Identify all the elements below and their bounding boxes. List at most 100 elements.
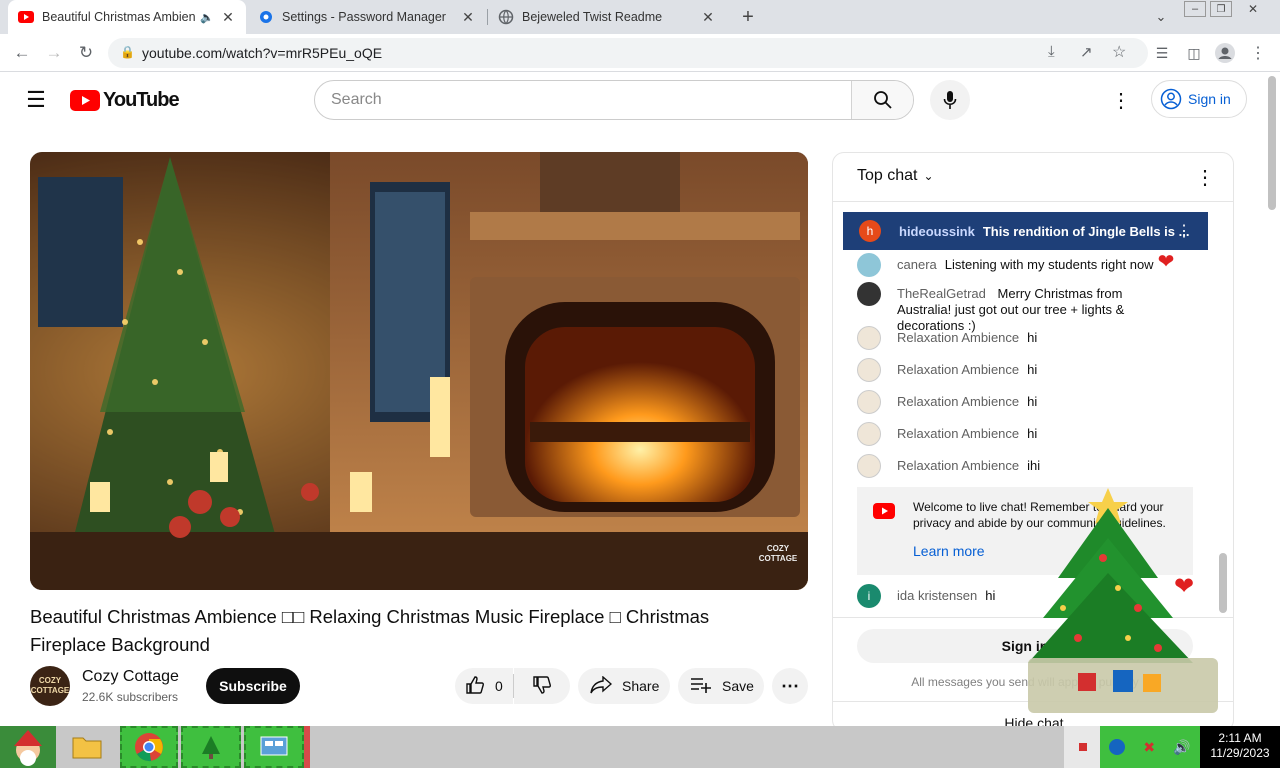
channel-watermark[interactable]: COZY COTTAGE [758,544,798,580]
channel-avatar[interactable]: COZY COTTAGE [30,666,70,706]
clock-date: 11/29/2023 [1210,746,1270,760]
tray-status-icon[interactable] [1109,739,1126,755]
close-tab-icon[interactable]: ✕ [220,9,236,26]
bookmark-star-icon[interactable]: ☆ [1112,42,1126,62]
chat-author[interactable]: canera [897,257,937,273]
chevron-down-icon: ⌄ [923,169,934,183]
profile-icon[interactable] [1213,42,1237,64]
tab-settings[interactable]: Settings - Password Manager ✕ [248,0,486,34]
minimize-button[interactable]: – [1184,1,1206,17]
settings-menu-icon[interactable]: ⋮ [1108,86,1134,114]
avatar [857,358,881,382]
clock-time: 2:11 AM [1218,731,1262,745]
taskbar-clock[interactable]: 2:11 AM 11/29/2023 [1200,726,1280,768]
search-box [314,80,914,120]
page-scrollbar[interactable] [1268,76,1276,210]
subscribe-button[interactable]: Subscribe [206,668,300,704]
tab-youtube[interactable]: Beautiful Christmas Ambience 🔈 ✕ [8,0,246,34]
share-icon [590,674,613,697]
save-button[interactable]: Save [678,668,764,704]
account-icon [1160,88,1182,110]
back-button[interactable]: ← [10,42,34,64]
close-tab-icon[interactable]: ✕ [460,9,476,26]
chat-author[interactable]: Relaxation Ambience [897,330,1019,346]
network-icon [260,736,288,756]
tab-readme[interactable]: Bejeweled Twist Readme ✕ [488,0,726,34]
browser-tab-strip: Beautiful Christmas Ambience 🔈 ✕ Setting… [0,0,1280,34]
chat-message: Relaxation Ambience hi [857,358,1177,382]
close-tab-icon[interactable]: ✕ [700,9,716,26]
search-icon [873,91,892,109]
hamburger-menu-icon[interactable]: ☰ [22,86,50,114]
chat-menu-icon[interactable]: ⋮ [1195,165,1215,189]
voice-search-button[interactable] [930,80,970,120]
chat-message: Relaxation Ambience hi [857,422,1177,446]
youtube-icon [873,503,895,523]
restore-button[interactable]: ❐ [1210,1,1232,17]
dislike-button[interactable] [514,668,570,704]
heart-icon[interactable]: ❤ [1174,572,1194,601]
share-button[interactable]: Share [578,668,670,704]
avatar: i [857,584,881,608]
chrome-taskbar-button[interactable] [120,726,178,768]
chat-mode-selector[interactable]: Top chat ⌄ [857,167,934,185]
reload-button[interactable]: ↻ [74,42,98,64]
media-control-icon[interactable]: ☰ [1150,42,1174,64]
chat-text: ihi [1027,458,1041,473]
chat-author[interactable]: TheRealGetrad [897,286,986,301]
sign-in-button[interactable]: Sign in [1151,80,1247,118]
chat-author[interactable]: Relaxation Ambience [897,426,1019,442]
chat-text: Listening with my students right now [944,257,1154,272]
close-window-button[interactable]: ✕ [1240,1,1266,17]
more-options-icon[interactable]: ⋮ [1176,221,1192,241]
thumbs-up-icon [465,675,485,698]
folder-icon [72,737,102,759]
video-player[interactable]: COZY COTTAGE [30,152,808,590]
sign-in-label: Sign in [1188,91,1231,107]
chat-author[interactable]: ida kristensen [897,588,977,604]
audio-icon[interactable]: 🔈 [200,11,214,24]
install-icon[interactable]: ⤓ [1048,43,1055,60]
speaker-icon[interactable]: 🔊 [1173,739,1190,756]
pinned-text: This rendition of Jingle Bells is ... [982,223,1190,239]
avatar: h [859,220,881,242]
youtube-logo[interactable]: YouTube [70,88,180,112]
forward-button[interactable]: → [42,42,66,64]
christmas-tree-icon [1028,488,1218,713]
chat-mode-label: Top chat [857,167,918,184]
chat-header-divider [833,201,1233,202]
avatar [857,326,881,350]
like-button[interactable]: 0 [455,668,513,704]
chat-message: canera Listening with my students right … [857,252,1177,277]
chat-text: hi [1027,362,1038,377]
chat-message: TheRealGetrad Merry Christmas from Austr… [857,282,1177,334]
video-frame-image [30,152,808,590]
address-bar[interactable]: 🔒 youtube.com/watch?v=mrR5PEu_oQE ⤓ ↗ ☆ [108,38,1148,68]
tray-shortcut[interactable] [1064,726,1102,768]
channel-name[interactable]: Cozy Cottage [82,668,179,686]
thumbs-down-icon [532,675,552,698]
search-input[interactable] [315,81,851,119]
chat-text-block: TheRealGetrad Merry Christmas from Austr… [897,286,1177,334]
new-tab-button[interactable]: + [736,5,760,29]
pinned-message[interactable]: h hideoussink This rendition of Jingle B… [843,212,1208,250]
search-button[interactable] [851,81,913,119]
chat-text: hi [1027,394,1038,409]
file-explorer-taskbar-button[interactable] [56,726,118,768]
url-text: youtube.com/watch?v=mrR5PEu_oQE [142,45,383,61]
tab-title: Bejeweled Twist Readme [522,10,663,24]
christmas-tree-gadget[interactable]: ❤ [1018,478,1228,718]
browser-menu-icon[interactable]: ⋮ [1246,42,1270,64]
side-panel-icon[interactable]: ◫ [1182,42,1206,64]
more-actions-button[interactable]: ⋯ [772,668,808,704]
network-disconnected-icon[interactable]: ✖ [1143,739,1155,756]
start-button[interactable] [0,726,56,768]
tree-gadget-taskbar-button[interactable] [181,726,241,768]
network-taskbar-button[interactable] [244,726,304,768]
chat-message: Relaxation Ambience hi [857,390,1177,414]
chat-author[interactable]: Relaxation Ambience [897,394,1019,410]
share-page-icon[interactable]: ↗ [1080,43,1093,61]
chat-author[interactable]: Relaxation Ambience [897,458,1019,474]
chevron-down-icon[interactable]: ⌄ [1150,6,1172,28]
chat-author[interactable]: Relaxation Ambience [897,362,1019,378]
